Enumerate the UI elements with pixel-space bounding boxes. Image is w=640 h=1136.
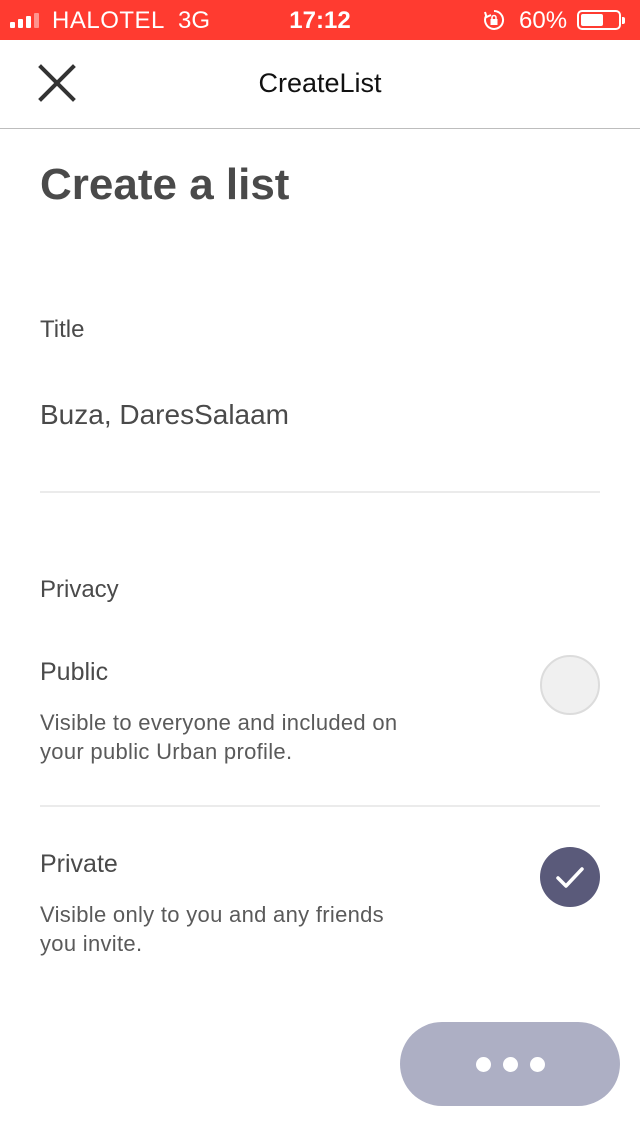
option-description: Visible to everyone and included on your…	[40, 710, 398, 764]
privacy-option-private[interactable]: Private Visible only to you and any frie…	[40, 847, 600, 970]
status-bar: HALOTEL 3G 17:12 60%	[0, 0, 640, 40]
title-label: Title	[40, 316, 85, 343]
privacy-option-public[interactable]: Public Visible to everyone and included …	[40, 655, 600, 778]
page-title: Create a list	[40, 160, 290, 209]
more-dot	[502, 1056, 518, 1072]
private-radio[interactable]	[540, 847, 600, 907]
battery-icon	[577, 10, 625, 30]
more-dots-icon	[475, 1056, 491, 1072]
nav-title: CreateList	[258, 68, 382, 98]
privacy-label: Privacy	[40, 576, 119, 603]
title-input[interactable]	[40, 390, 600, 440]
rotation-lock-icon	[483, 9, 505, 38]
battery-percent: 60%	[519, 7, 568, 34]
more-dot	[529, 1056, 545, 1072]
title-divider	[40, 491, 600, 493]
checkmark-icon	[556, 867, 584, 888]
more-button[interactable]	[400, 1022, 620, 1106]
privacy-divider	[40, 805, 600, 807]
public-radio[interactable]	[540, 655, 600, 715]
option-description: Visible only to you and any friends you …	[40, 902, 384, 956]
option-label: Private	[40, 850, 118, 878]
option-label: Public	[40, 658, 109, 686]
nav-bar: CreateList	[0, 40, 640, 129]
